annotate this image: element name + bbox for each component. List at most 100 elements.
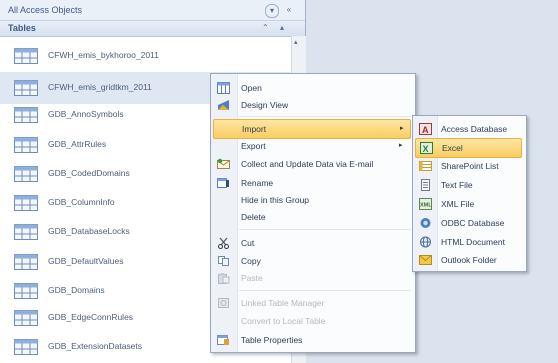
menu-item-label: Cut xyxy=(241,238,255,248)
table-icon xyxy=(14,254,38,270)
svg-text:XML: XML xyxy=(420,203,432,209)
table-row[interactable]: CFWH_emis_bykhoroo_2011 xyxy=(0,40,290,72)
chevron-down-icon[interactable]: ▾ xyxy=(265,4,279,18)
menu-item-open[interactable]: Open xyxy=(213,79,411,97)
menu-item-label: Table Properties xyxy=(241,335,303,345)
menu-item-label: Hide in this Group xyxy=(241,195,310,205)
submenu-arrow-icon: ▸ xyxy=(400,125,404,132)
submenu-item-html-document[interactable]: HTML Document xyxy=(415,233,522,251)
collapse-group-icon[interactable]: ⌃ xyxy=(262,23,269,32)
submenu-item-excel[interactable]: X Excel xyxy=(415,138,522,158)
submenu-item-outlook-folder[interactable]: Outlook Folder xyxy=(415,251,522,269)
menu-item-label: Design View xyxy=(241,100,289,110)
table-name: CFWH_emis_bykhoroo_2011 xyxy=(48,50,159,60)
scissors-icon xyxy=(217,237,230,249)
open-table-icon xyxy=(217,82,230,94)
menu-item-label: Delete xyxy=(241,212,266,222)
menu-item-delete[interactable]: Delete xyxy=(213,208,411,226)
menu-item-label: Open xyxy=(241,83,262,93)
submenu-item-label: Outlook Folder xyxy=(441,255,497,265)
menu-item-rename[interactable]: Rename xyxy=(213,174,411,192)
submenu-item-label: Excel xyxy=(442,143,463,153)
table-icon xyxy=(14,166,38,182)
table-icon xyxy=(14,107,38,123)
excel-icon: X xyxy=(420,142,433,154)
menu-item-export[interactable]: Export ▸ xyxy=(213,137,411,155)
menu-item-label: Linked Table Manager xyxy=(241,298,325,308)
table-icon xyxy=(14,339,38,355)
submenu-item-sharepoint-list[interactable]: SharePoint List xyxy=(415,157,522,175)
menu-item-label: Export xyxy=(241,141,266,151)
submenu-item-label: ODBC Database xyxy=(441,218,505,228)
menu-item-label: Rename xyxy=(241,178,274,188)
scroll-up-arrow-icon[interactable]: ▴ xyxy=(294,38,298,46)
shutter-bar-close-icon[interactable]: « xyxy=(283,4,295,16)
table-icon xyxy=(14,195,38,211)
sharepoint-icon xyxy=(419,161,432,171)
table-icon xyxy=(14,80,38,96)
svg-text:A: A xyxy=(422,125,429,135)
menu-item-hide-in-group[interactable]: Hide in this Group xyxy=(213,191,411,209)
submenu-item-label: HTML Document xyxy=(441,237,505,247)
submenu-item-xml-file[interactable]: XML XML File xyxy=(415,195,522,213)
menu-separator xyxy=(239,229,411,230)
menu-item-collect-update-email[interactable]: Collect and Update Data via E-mail xyxy=(213,155,411,173)
context-menu: Open Design View Import ▸ Export ▸ Colle… xyxy=(210,73,416,353)
table-name: GDB_ColumnInfo xyxy=(48,197,115,207)
table-name: GDB_CodedDomains xyxy=(48,168,130,178)
group-label: Tables xyxy=(8,23,36,33)
submenu-item-label: Access Database xyxy=(441,124,508,134)
table-icon xyxy=(14,310,38,326)
submenu-item-access-database[interactable]: A Access Database xyxy=(415,120,522,138)
table-name: GDB_EdgeConnRules xyxy=(48,312,134,322)
table-name: GDB_DefaultValues xyxy=(48,256,124,266)
menu-item-cut[interactable]: Cut xyxy=(213,234,411,252)
menu-item-import[interactable]: Import ▸ xyxy=(213,119,411,139)
menu-separator xyxy=(239,116,411,117)
menu-item-copy[interactable]: Copy xyxy=(213,252,411,270)
copy-icon xyxy=(218,256,229,266)
table-name: GDB_ExtensionDatasets xyxy=(48,341,143,351)
submenu-item-odbc-database[interactable]: ODBC Database xyxy=(415,214,522,232)
table-icon xyxy=(14,137,38,153)
menu-item-table-properties[interactable]: Table Properties xyxy=(213,331,411,349)
table-name: CFWH_emis_gridtkm_2011 xyxy=(48,82,152,92)
menu-item-label: Convert to Local Table xyxy=(241,316,326,326)
menu-item-linked-table-manager[interactable]: Linked Table Manager xyxy=(213,294,411,312)
navigation-pane-title: All Access Objects xyxy=(8,5,83,15)
menu-item-label: Paste xyxy=(241,273,263,283)
table-icon xyxy=(14,283,38,299)
design-view-icon xyxy=(218,100,229,110)
xml-icon: XML xyxy=(419,198,432,210)
import-submenu: A Access Database X Excel SharePoint Lis… xyxy=(412,115,527,272)
table-icon xyxy=(14,224,38,240)
html-icon xyxy=(420,236,431,248)
table-name: GDB_AnnoSymbols xyxy=(48,109,124,119)
submenu-arrow-icon: ▸ xyxy=(399,142,403,149)
group-header-tables[interactable]: Tables ⌃ ▴ xyxy=(0,21,305,37)
scroll-up-icon[interactable]: ▴ xyxy=(280,23,284,32)
submenu-item-label: Text File xyxy=(441,180,473,190)
table-icon xyxy=(14,48,38,64)
menu-item-convert-to-local[interactable]: Convert to Local Table xyxy=(213,312,411,330)
menu-item-label: Collect and Update Data via E-mail xyxy=(241,159,374,169)
linked-table-icon xyxy=(218,298,229,308)
rename-icon xyxy=(217,178,229,188)
outlook-icon xyxy=(419,255,432,265)
table-name: GDB_AttrRules xyxy=(48,139,107,149)
odbc-icon xyxy=(420,218,431,228)
table-name: GDB_Domains xyxy=(48,285,105,295)
submenu-item-label: SharePoint List xyxy=(441,161,499,171)
access-icon: A xyxy=(419,123,432,135)
menu-item-design-view[interactable]: Design View xyxy=(213,96,411,114)
menu-item-paste[interactable]: Paste xyxy=(213,269,411,287)
menu-item-label: Import xyxy=(242,124,267,134)
table-name: GDB_DatabaseLocks xyxy=(48,226,130,236)
submenu-item-text-file[interactable]: Text File xyxy=(415,176,522,194)
paste-icon xyxy=(218,273,230,284)
svg-text:X: X xyxy=(423,144,429,154)
navigation-pane-header[interactable]: All Access Objects ▾ « xyxy=(0,0,305,21)
email-icon xyxy=(217,158,230,169)
properties-icon xyxy=(217,335,229,345)
submenu-item-label: XML File xyxy=(441,199,475,209)
